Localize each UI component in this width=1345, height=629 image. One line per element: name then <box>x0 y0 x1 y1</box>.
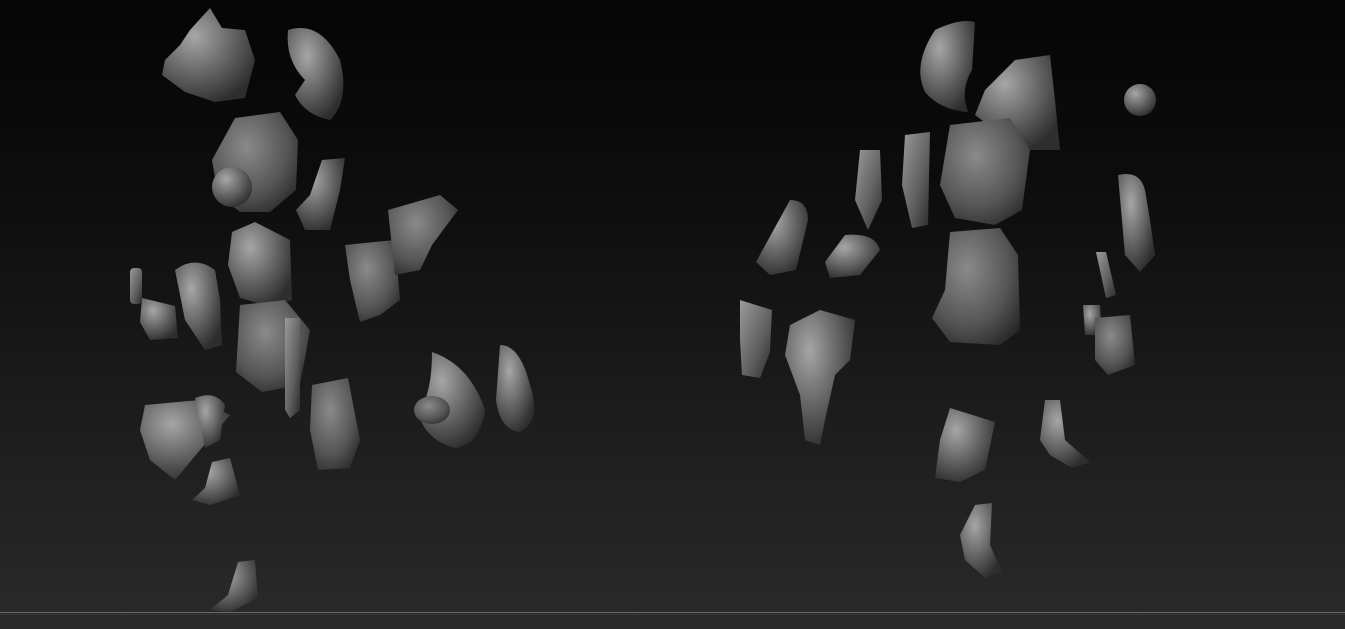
right-pelvis-armor <box>932 228 1020 345</box>
right-belt-bag <box>1095 315 1135 375</box>
left-foot <box>192 458 240 505</box>
right-boot <box>935 408 995 482</box>
left-holster-gun <box>285 318 300 418</box>
right-blade-1 <box>855 150 882 230</box>
right-fur-tuft-2 <box>825 234 880 278</box>
left-ammo-belt-2 <box>388 195 458 275</box>
left-chest-disc <box>212 167 252 207</box>
left-head-shell <box>287 28 344 120</box>
right-small-sphere <box>1124 84 1156 116</box>
left-bracer <box>310 378 360 470</box>
floor-line-shadow <box>0 614 1345 615</box>
right-torso-armor <box>940 118 1030 225</box>
right-foot <box>1040 400 1090 468</box>
right-fur-tuft-1 <box>756 200 808 275</box>
right-foot-small <box>960 503 1002 578</box>
right-part-group <box>740 21 1156 578</box>
left-clip-piece <box>130 268 142 304</box>
right-blade-2 <box>902 132 930 228</box>
right-head-shell <box>920 21 975 112</box>
left-thigh-fur <box>175 262 222 350</box>
left-pelvis-armor <box>228 222 292 306</box>
left-hand <box>296 158 345 230</box>
zbrush-viewport[interactable] <box>0 0 1345 629</box>
left-ammo-belt-1 <box>345 240 400 322</box>
sculpt-parts-canvas <box>130 8 1156 612</box>
left-wolf-head <box>162 8 255 102</box>
left-part-group <box>130 8 535 612</box>
right-knife <box>1096 252 1116 298</box>
left-foot-small <box>210 560 258 612</box>
left-belt-pouch <box>140 298 178 340</box>
right-arm-fur <box>785 310 855 445</box>
floor-line <box>0 612 1345 613</box>
left-tail-cap <box>414 396 450 424</box>
left-tail-piece <box>496 345 535 432</box>
right-ankle-fur <box>1118 174 1155 272</box>
right-gun <box>740 300 772 378</box>
